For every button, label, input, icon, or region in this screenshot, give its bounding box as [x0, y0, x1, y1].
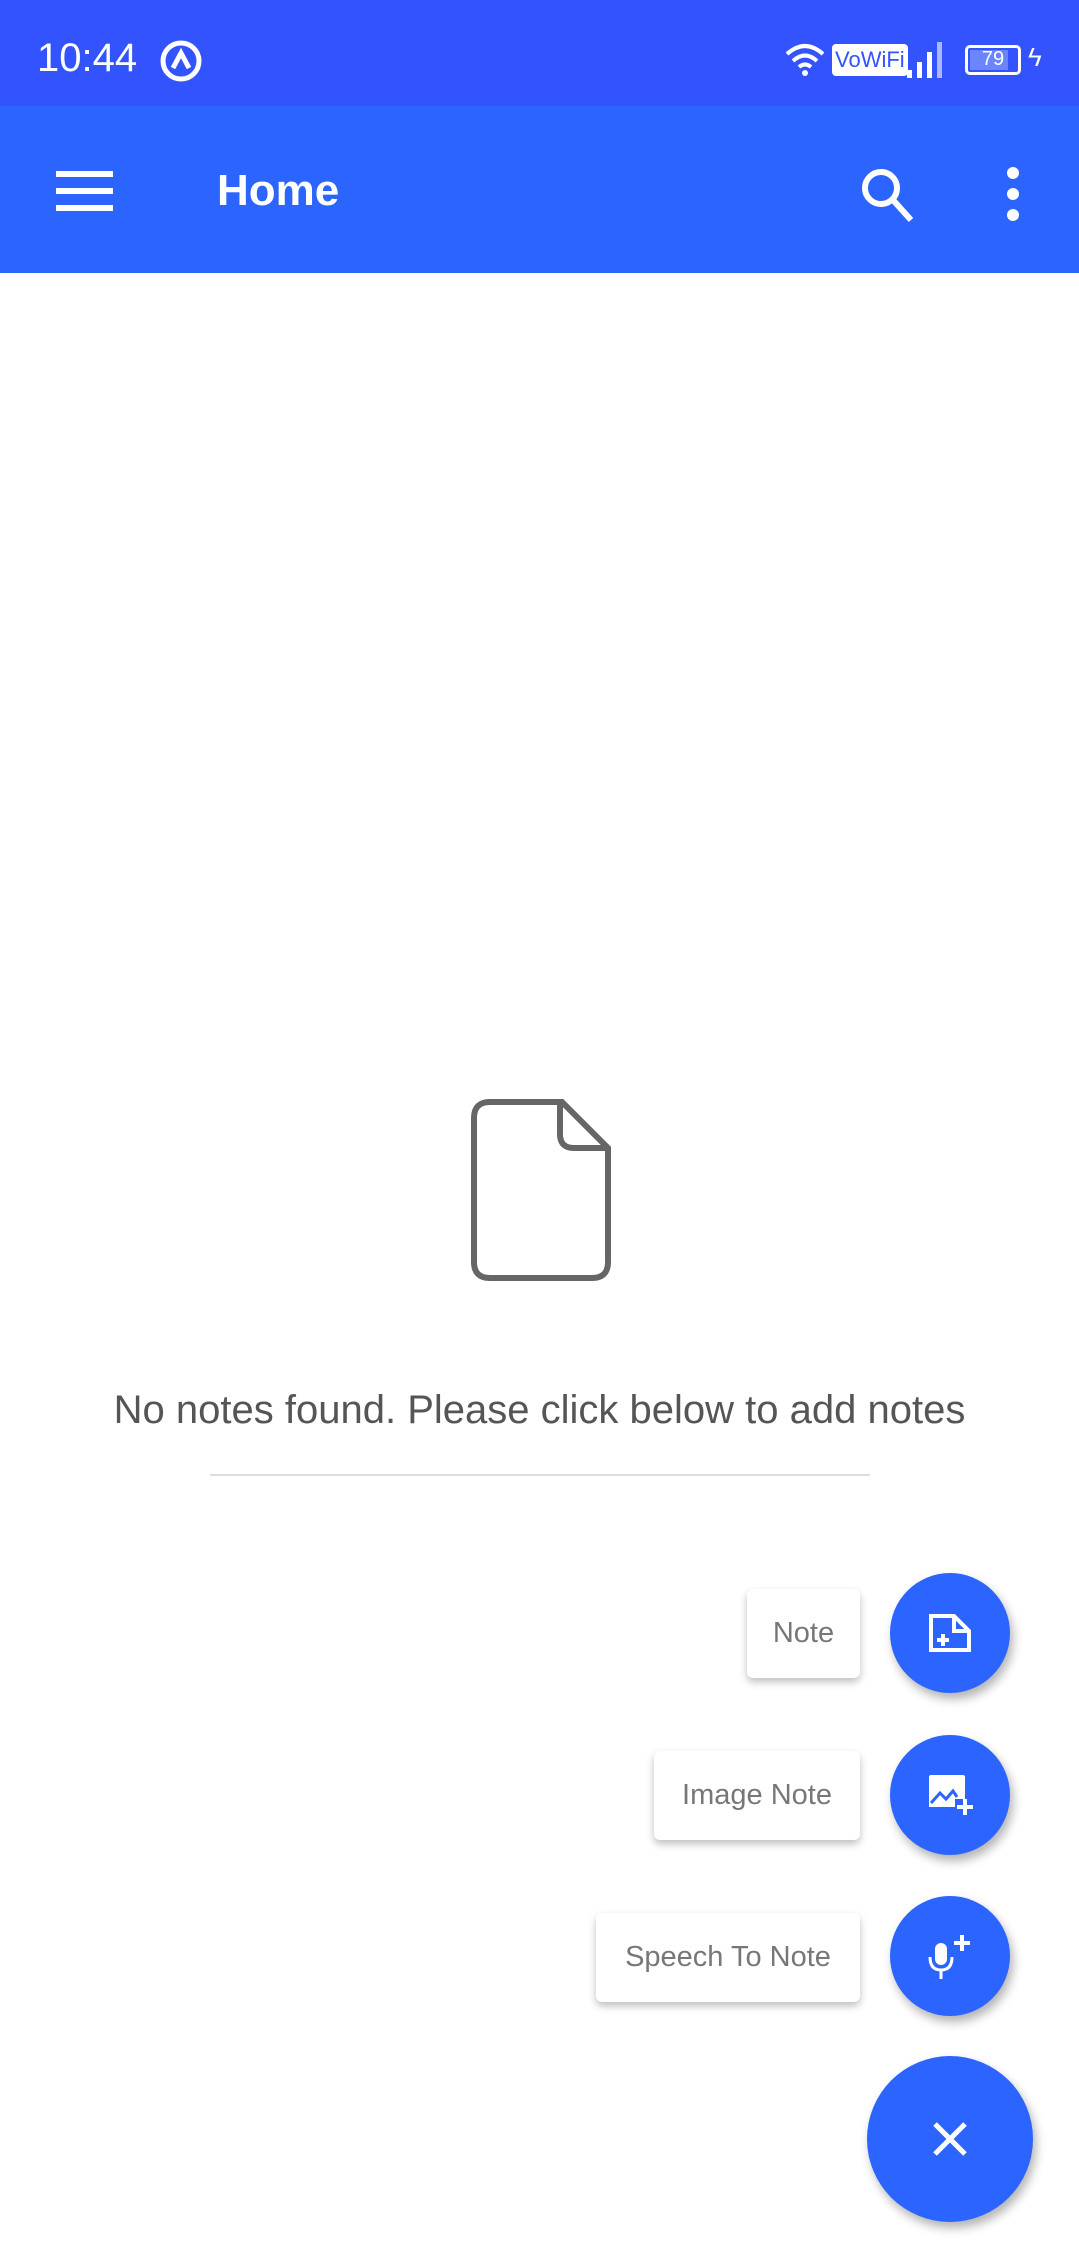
signal-icon — [907, 42, 942, 78]
wifi-icon — [785, 44, 825, 76]
add-image-note-button[interactable] — [890, 1735, 1010, 1855]
image-note-label[interactable]: Image Note — [654, 1751, 860, 1840]
empty-file-icon — [471, 1099, 611, 1281]
vowifi-badge: VoWiFi — [832, 44, 908, 76]
add-speech-note-button[interactable] — [890, 1896, 1010, 2016]
close-fab-menu-button[interactable] — [867, 2056, 1033, 2222]
note-add-icon — [929, 1614, 971, 1652]
empty-state-message: No notes found. Please click below to ad… — [113, 1388, 966, 1432]
note-label[interactable]: Note — [747, 1589, 860, 1678]
sync-icon — [160, 40, 202, 82]
app-bar: Home — [0, 106, 1079, 273]
search-icon[interactable] — [859, 166, 917, 224]
menu-icon[interactable] — [56, 171, 113, 211]
page-title: Home — [217, 166, 340, 215]
speech-to-note-label[interactable]: Speech To Note — [596, 1913, 860, 2002]
divider — [210, 1474, 870, 1476]
charging-icon: ϟ — [1028, 42, 1042, 72]
status-bar: 10:44 VoWiFi 79 ϟ — [0, 0, 1079, 106]
image-add-icon — [929, 1775, 973, 1815]
mic-add-icon — [928, 1935, 970, 1979]
close-icon — [933, 2122, 967, 2156]
battery-level: 79 — [981, 48, 1005, 70]
add-note-button[interactable] — [890, 1573, 1010, 1693]
more-options-icon[interactable] — [1003, 166, 1023, 222]
status-time: 10:44 — [37, 36, 138, 80]
battery-icon: 79 — [965, 45, 1021, 75]
